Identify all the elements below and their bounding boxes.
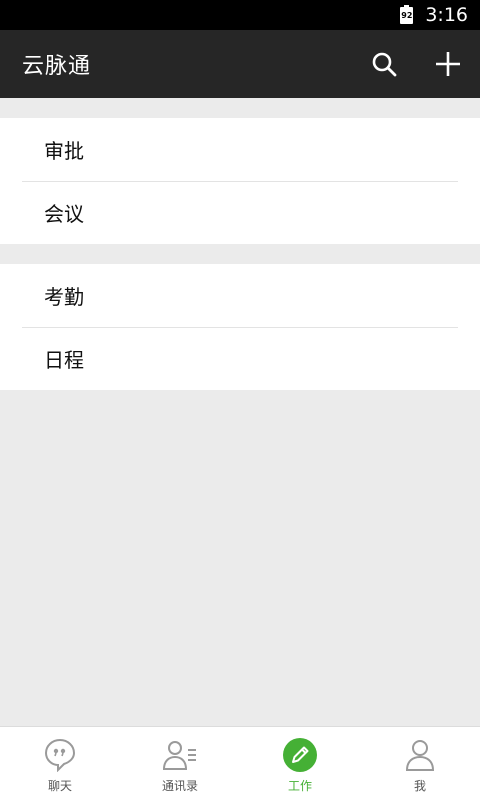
app-bar: 云脉通 [0, 30, 480, 98]
contacts-icon [162, 737, 198, 773]
person-icon [402, 737, 438, 773]
tab-me[interactable]: 我 [360, 727, 480, 800]
tab-label: 通讯录 [161, 779, 198, 793]
work-item-meeting[interactable]: 会议 [0, 181, 480, 244]
work-item-approval[interactable]: 审批 [0, 118, 480, 181]
status-clock: 3:16 [425, 4, 468, 26]
work-item-schedule[interactable]: 日程 [0, 327, 480, 390]
tab-chat[interactable]: 聊天 [0, 727, 120, 800]
tab-label: 工作 [287, 779, 312, 793]
work-group-2: 考勤 日程 [0, 264, 480, 390]
work-item-label: 会议 [44, 202, 84, 226]
status-bar: 92 3:16 [0, 0, 480, 30]
tab-label: 我 [413, 779, 426, 793]
tab-label: 聊天 [47, 779, 72, 793]
add-button[interactable] [416, 30, 480, 98]
work-item-label: 审批 [44, 139, 84, 163]
tab-work[interactable]: 工作 [240, 727, 360, 800]
chat-bubble-icon [42, 737, 78, 773]
plus-icon [436, 52, 460, 76]
work-content: 审批 会议 考勤 日程 [0, 98, 480, 726]
work-item-attendance[interactable]: 考勤 [0, 264, 480, 327]
bottom-tab-bar: 聊天 通讯录 工作 我 [0, 726, 480, 800]
tab-contacts[interactable]: 通讯录 [120, 727, 240, 800]
work-item-label: 考勤 [44, 285, 84, 309]
battery-icon: 92 [400, 4, 414, 24]
search-icon [372, 52, 397, 77]
battery-level: 92 [401, 10, 413, 20]
search-button[interactable] [352, 30, 416, 98]
app-title: 云脉通 [22, 54, 92, 79]
work-group-1: 审批 会议 [0, 118, 480, 244]
work-item-label: 日程 [44, 348, 84, 372]
pencil-icon [282, 737, 318, 773]
